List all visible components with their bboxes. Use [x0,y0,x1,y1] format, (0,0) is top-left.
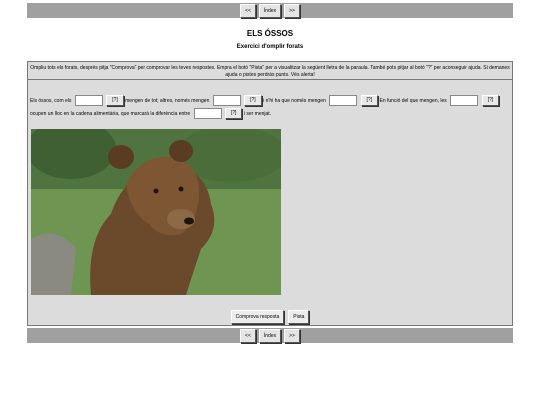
bear-illustration [31,129,281,295]
action-buttons: Comprova resposta Pista [28,310,512,324]
page-title: ELS ÓSSOS [246,29,294,38]
next-button[interactable]: >> [284,3,300,18]
index-button[interactable]: Índex [258,328,282,343]
text-segment: Els óssos, com els [30,98,72,104]
bottom-nav: << Índex >> [27,328,513,343]
help-button-2[interactable]: [?] [244,95,262,107]
bear-photo [31,129,281,295]
index-button[interactable]: Índex [258,3,282,18]
top-nav: << Índex >> [27,3,513,18]
gap-input-2[interactable] [212,95,241,107]
cloze-text: Els óssos, com els [?] mengen de tot; al… [30,95,512,121]
help-button-1[interactable]: [?] [106,95,124,107]
prev-button[interactable]: << [240,328,256,343]
help-button-4[interactable]: [?] [481,95,500,107]
check-answer-button[interactable]: Comprova resposta [230,310,285,324]
text-segment: mengen de tot; altres, només mengen [125,98,210,104]
prev-button[interactable]: << [240,3,256,18]
exercise-panel: Ompliu tots els forats, després pitja "C… [27,61,513,326]
next-button[interactable]: >> [284,328,300,343]
hint-button[interactable]: Pista [288,310,310,324]
help-button-3[interactable]: [?] [360,95,379,107]
gap-input-4[interactable] [450,95,479,107]
page-subtitle: Exercici d'omplir forats [236,44,304,50]
text-segment: i n'hi ha que només mengen [263,98,326,104]
gap-input-5[interactable] [193,108,222,120]
text-segment: ocupen un lloc en la cadena alimentària,… [30,111,191,117]
help-button-5[interactable]: [?] [224,108,243,120]
instructions-text: Ompliu tots els forats, després pitja "C… [28,62,512,80]
text-segment: i ser menjat. [243,111,272,117]
gap-input-1[interactable] [74,95,103,107]
text-segment: En funció del que mengen, les [379,98,447,104]
gap-input-3[interactable] [329,95,358,107]
